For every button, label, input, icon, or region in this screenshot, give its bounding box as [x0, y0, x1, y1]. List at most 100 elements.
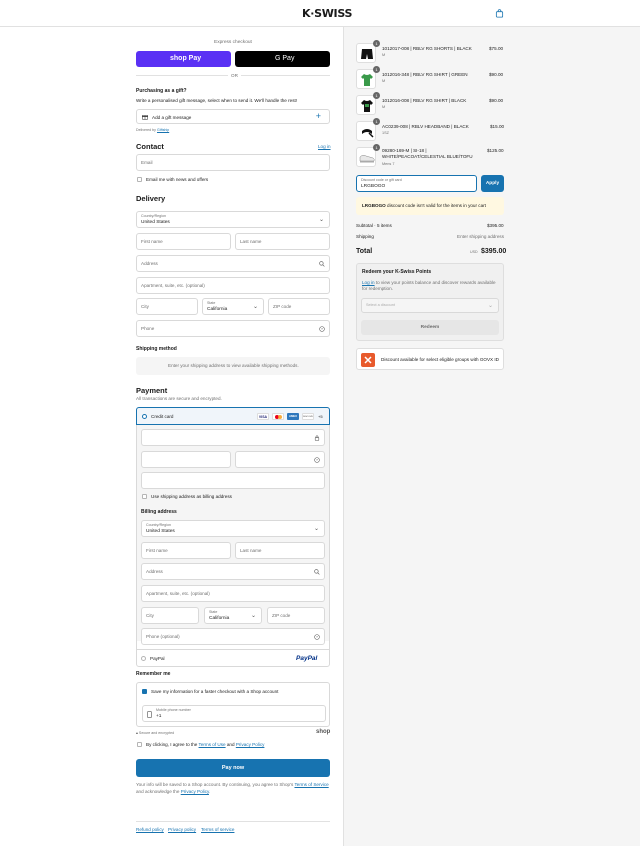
state-value: California [207, 307, 228, 312]
address-input[interactable]: Address [136, 255, 330, 272]
shop-logo: shop [316, 729, 331, 735]
quantity-badge: 1 [373, 40, 380, 47]
address-placeholder: Address [141, 261, 158, 266]
product-thumbnail [356, 147, 376, 167]
last-name-input[interactable]: Last name [235, 233, 330, 250]
shipping-method-info-box: Enter your shipping address to view avai… [136, 357, 330, 375]
product-thumbnail [356, 69, 376, 89]
payment-title: Payment [136, 386, 168, 395]
state-select[interactable]: State California ⌄ [202, 298, 264, 315]
mobile-icon [147, 711, 152, 718]
billing-country-value: United States [146, 529, 175, 534]
credit-card-radio[interactable] [142, 414, 147, 419]
first-name-placeholder: First name [141, 239, 163, 244]
quantity-badge: 1 [373, 92, 380, 99]
mobile-label: Mobile phone number [156, 708, 191, 712]
use-shipping-checkbox[interactable] [142, 494, 147, 499]
lock-icon: 🔒︎ [136, 731, 138, 735]
apply-button[interactable]: Apply [481, 175, 504, 192]
redeem-button[interactable]: Redeem [361, 320, 499, 335]
brand-logo[interactable]: K·SWISS [302, 7, 352, 20]
amex-icon: AMEX [287, 413, 299, 420]
news-checkbox[interactable] [137, 177, 142, 182]
discount-select[interactable]: Select a discount ⌄ [361, 298, 499, 313]
phone-placeholder: Phone [141, 326, 155, 331]
billing-zip-placeholder: ZIP code [272, 613, 291, 618]
card-number-input[interactable] [141, 429, 325, 446]
email-placeholder: Email [141, 160, 153, 165]
item-variant: M [382, 79, 386, 83]
name-on-card-input[interactable] [141, 472, 325, 489]
apartment-input[interactable]: Apartment, suite, etc. (optional) [136, 277, 330, 294]
svg-text:?: ? [321, 327, 323, 331]
product-thumbnail [356, 43, 376, 63]
privacy-policy-link[interactable]: Privacy Policy [236, 742, 265, 747]
shop-pay-button[interactable]: shop Pay [136, 51, 231, 67]
country-select[interactable]: Country/Region United States ⌄ [136, 211, 330, 228]
billing-last-name-input[interactable]: Last name [235, 542, 325, 559]
help-icon[interactable]: ? [314, 634, 320, 640]
terms-of-service-link[interactable]: Terms of service [201, 827, 234, 832]
discount-value: LRGBOGO [361, 184, 386, 189]
footer-note: Your info will be saved to a Shop accoun… [136, 782, 329, 794]
help-icon[interactable]: ? [314, 457, 320, 463]
mobile-phone-input[interactable]: Mobile phone number +1 [142, 705, 326, 722]
zip-input[interactable]: ZIP code [268, 298, 330, 315]
billing-first-name-input[interactable]: First name [141, 542, 231, 559]
item-name: 1012017-008 | RBLV RG SHORTS | BLACK [382, 46, 472, 51]
phone-input[interactable]: Phone ? [136, 320, 330, 337]
security-code-input[interactable]: ? [235, 451, 325, 468]
govx-text: Discount available for select eligible g… [381, 357, 499, 362]
add-gift-message-button[interactable]: Add a gift message + [136, 109, 330, 124]
first-name-input[interactable]: First name [136, 233, 231, 250]
add-gift-label: Add a gift message [152, 115, 192, 120]
item-price: $125.00 [487, 148, 504, 153]
help-icon[interactable]: ? [319, 326, 325, 332]
save-info-checkbox[interactable] [142, 689, 147, 694]
billing-zip-input[interactable]: ZIP code [267, 607, 325, 624]
billing-apartment-input[interactable]: Apartment, suite, etc. (optional) [141, 585, 325, 602]
last-name-placeholder: Last name [240, 239, 262, 244]
google-pay-button[interactable]: G Pay [235, 51, 330, 67]
shop-tos-link[interactable]: Terms of Service [294, 782, 328, 787]
city-input[interactable]: City [136, 298, 198, 315]
login-link[interactable]: Log in [318, 144, 331, 149]
billing-city-placeholder: City [146, 613, 154, 618]
shirt-icon [361, 74, 373, 86]
billing-first-name-placeholder: First name [146, 548, 168, 553]
city-placeholder: City [141, 304, 149, 309]
terms-of-use-link[interactable]: Terms of Use [199, 742, 226, 747]
item-name: 1012016-008 | RBLV RG SHIRT | BLACK [382, 98, 467, 103]
billing-state-select[interactable]: State California ⌄ [204, 607, 262, 624]
billing-phone-input[interactable]: Phone (optional) ? [141, 628, 325, 645]
govx-banner[interactable]: Discount available for select eligible g… [356, 348, 504, 370]
delivery-title: Delivery [136, 194, 166, 203]
giftship-link[interactable]: Giftship [157, 128, 169, 132]
expiration-date-input[interactable] [141, 451, 231, 468]
email-input[interactable]: Email [136, 154, 330, 171]
refund-policy-link[interactable]: Refund policy [136, 827, 164, 832]
billing-city-input[interactable]: City [141, 607, 199, 624]
subtotal-label: Subtotal · 5 items [356, 223, 392, 228]
shipping-method-info: Enter your shipping address to view avai… [168, 363, 299, 368]
discount-code-input[interactable]: Discount code or gift card LRGBOGO [356, 175, 477, 192]
google-pay-label: G Pay [275, 55, 295, 62]
billing-country-select[interactable]: Country/Region United States ⌄ [141, 520, 325, 537]
paypal-radio[interactable] [141, 656, 146, 661]
shopping-bag-icon[interactable] [495, 9, 504, 18]
pay-now-button[interactable]: Pay now [136, 759, 330, 777]
terms-checkbox[interactable] [137, 742, 142, 747]
shop-privacy-link[interactable]: Privacy Policy [181, 789, 209, 794]
news-label: Email me with news and offers [146, 177, 209, 182]
terms-label: By clicking, I agree to the Terms of Use… [146, 742, 265, 747]
privacy-policy-footer-link[interactable]: Privacy policy [168, 827, 196, 832]
credit-card-option[interactable]: Credit card VISA AMEX DISCOVER +5 [136, 407, 330, 425]
billing-state-value: California [209, 616, 230, 621]
paypal-option[interactable]: PayPal PayPal [136, 649, 330, 667]
product-thumbnail [356, 95, 376, 115]
rewards-login-link[interactable]: Log in [362, 280, 375, 285]
billing-phone-placeholder: Phone (optional) [146, 634, 180, 639]
billing-address-input[interactable]: Address [141, 563, 325, 580]
country-value: United States [141, 220, 170, 225]
headband-icon [362, 129, 374, 138]
